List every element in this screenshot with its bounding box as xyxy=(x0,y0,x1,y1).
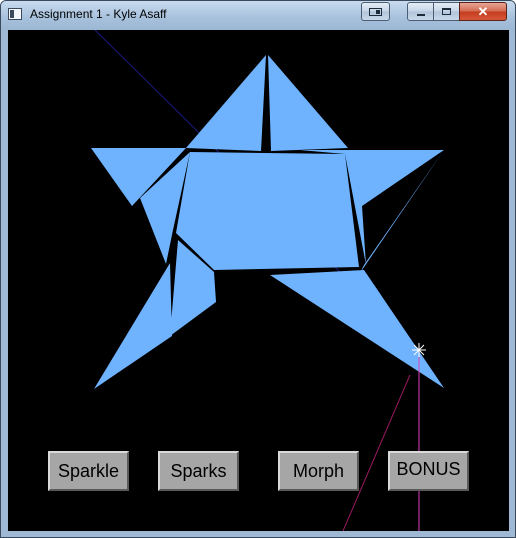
minimize-button[interactable] xyxy=(407,2,434,21)
minimize-icon xyxy=(416,13,425,16)
sparkle-star-icon xyxy=(412,343,426,357)
application-icon[interactable] xyxy=(8,8,22,20)
close-icon: ✕ xyxy=(477,4,489,19)
snap-layout-button[interactable] xyxy=(361,2,390,21)
star-bottom-right-leg xyxy=(270,270,444,388)
maximize-button[interactable] xyxy=(433,2,460,21)
app-window: Assignment 1 - Kyle Asaff ✕ Sparkle Spar… xyxy=(0,0,516,538)
window-title: Assignment 1 - Kyle Asaff xyxy=(30,7,167,21)
maximize-icon xyxy=(442,8,451,15)
star-shape xyxy=(91,55,444,389)
star-center-body xyxy=(176,152,359,270)
star-top-right-piece xyxy=(268,55,348,151)
morph-button[interactable]: Morph xyxy=(278,451,359,491)
gl-canvas[interactable]: Sparkle Sparks Morph BONUS xyxy=(8,30,509,531)
star-bottom-left-leg xyxy=(94,263,172,389)
sparkle-button[interactable]: Sparkle xyxy=(48,451,129,491)
bonus-button[interactable]: BONUS xyxy=(388,451,469,491)
snap-layout-icon xyxy=(369,7,382,16)
sparks-button[interactable]: Sparks xyxy=(158,451,239,491)
close-button[interactable]: ✕ xyxy=(459,2,507,21)
star-top-left-piece xyxy=(186,55,266,151)
title-bar[interactable]: Assignment 1 - Kyle Asaff ✕ xyxy=(1,1,515,29)
